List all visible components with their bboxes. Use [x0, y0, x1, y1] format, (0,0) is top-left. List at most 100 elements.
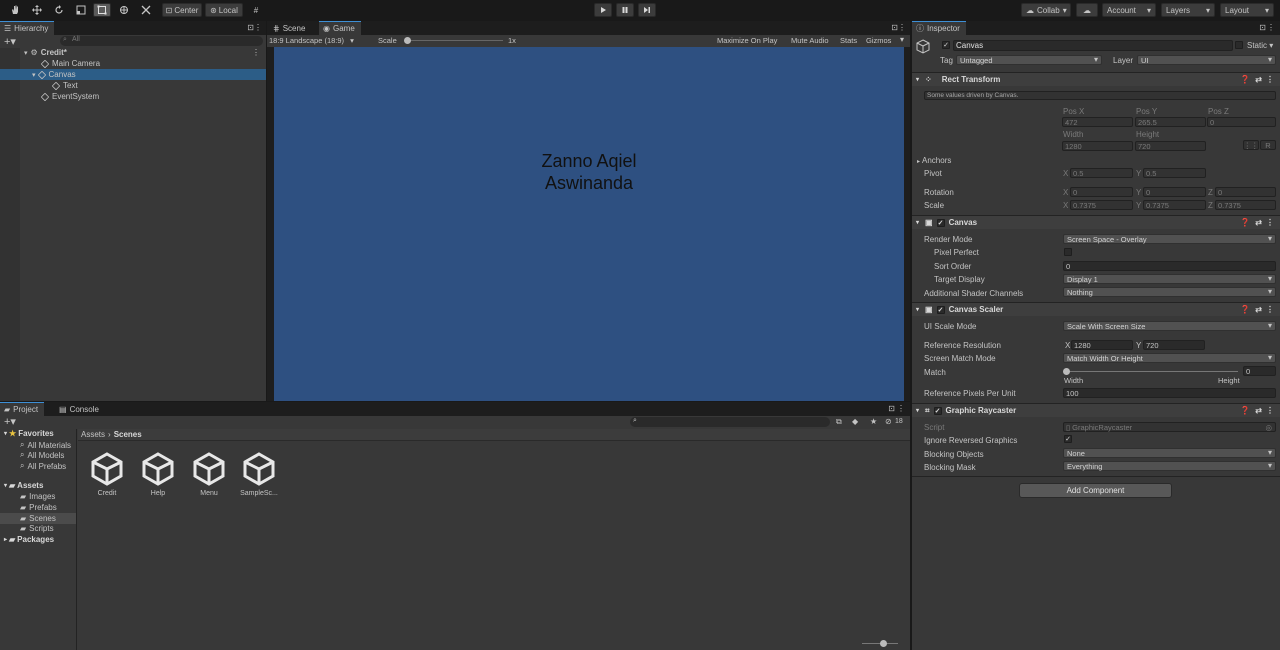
breadcrumb-assets[interactable]: Assets: [81, 430, 105, 439]
layers-dropdown[interactable]: Layers ▾: [1161, 3, 1215, 17]
tab-project[interactable]: ▰ Project: [0, 402, 45, 416]
rotation-z-field[interactable]: 0: [1215, 187, 1276, 197]
scale-y-field[interactable]: 0.7375: [1143, 200, 1206, 210]
anchors-foldout[interactable]: ▸ Anchors: [917, 156, 951, 165]
tree-packages[interactable]: ▸ ▰ Packages: [4, 535, 54, 544]
scale-slider-track[interactable]: [407, 40, 503, 41]
transform-tool-icon[interactable]: [115, 3, 133, 17]
pause-button[interactable]: [616, 3, 634, 17]
match-value-field[interactable]: 0: [1243, 366, 1276, 376]
target-display-dropdown[interactable]: Display 1: [1063, 274, 1276, 284]
tab-inspector[interactable]: ⓘ Inspector: [912, 21, 966, 35]
filter-label-icon[interactable]: ◆: [852, 417, 858, 426]
height-field[interactable]: 720: [1135, 141, 1206, 151]
screen-match-mode-dropdown[interactable]: Match Width Or Height: [1063, 353, 1276, 363]
scale-slider-handle[interactable]: [404, 37, 411, 44]
step-button[interactable]: [638, 3, 656, 17]
canvas-scaler-header[interactable]: ▾ ▣ ✓ Canvas Scaler ❓ ⇄ ⋮: [912, 302, 1280, 316]
move-tool-icon[interactable]: [28, 3, 46, 17]
pos-x-field[interactable]: 472: [1062, 117, 1133, 127]
cloud-button[interactable]: ☁: [1076, 3, 1098, 17]
layer-dropdown[interactable]: UI: [1137, 55, 1276, 65]
reference-resolution-x-field[interactable]: 1280: [1071, 340, 1133, 350]
blocking-objects-dropdown[interactable]: None: [1063, 448, 1276, 458]
rect-tool-icon[interactable]: [93, 3, 111, 17]
space-local-button[interactable]: ⊛ Local: [205, 3, 243, 17]
pivot-y-field[interactable]: 0.5: [1143, 168, 1206, 178]
more-menu-icon[interactable]: ⋮: [1266, 406, 1274, 415]
account-dropdown[interactable]: Account ▾: [1102, 3, 1156, 17]
sort-order-field[interactable]: 0: [1063, 261, 1276, 271]
hidden-eye-icon[interactable]: ⊘: [885, 417, 892, 426]
tree-favorites[interactable]: ▾ ★ Favorites: [4, 429, 54, 438]
asset-credit[interactable]: Credit: [82, 452, 132, 497]
rotation-y-field[interactable]: 0: [1143, 187, 1206, 197]
scale-tool-icon[interactable]: [72, 3, 90, 17]
more-menu-icon[interactable]: ⋮: [897, 404, 905, 413]
tab-game[interactable]: ◉ Game: [319, 21, 361, 35]
blocking-mask-dropdown[interactable]: Everything: [1063, 461, 1276, 471]
preset-icon[interactable]: ⇄: [1255, 218, 1262, 227]
more-menu-icon[interactable]: ⋮: [1266, 75, 1274, 84]
tree-scripts[interactable]: ▰ Scripts: [20, 524, 54, 533]
pos-z-field[interactable]: 0: [1207, 117, 1276, 127]
tree-assets[interactable]: ▾ ▰ Assets: [4, 481, 43, 490]
tab-hierarchy[interactable]: ☰ Hierarchy: [0, 21, 55, 35]
reference-ppu-field[interactable]: 100: [1063, 388, 1276, 398]
hierarchy-item-credit[interactable]: ▾ ⚙ Credit* ⋮: [0, 47, 266, 58]
hierarchy-item-text[interactable]: Text: [0, 80, 266, 91]
hierarchy-item-main-camera[interactable]: Main Camera: [0, 58, 266, 69]
pivot-x-field[interactable]: 0.5: [1070, 168, 1133, 178]
tree-images[interactable]: ▰ Images: [20, 492, 55, 501]
canvas-component-header[interactable]: ▾ ▣ ✓ Canvas ❓ ⇄ ⋮: [912, 215, 1280, 229]
game-view-canvas[interactable]: Zanno Aqiel Aswinanda: [274, 47, 904, 401]
match-slider-handle[interactable]: [1063, 368, 1070, 375]
scale-z-field[interactable]: 0.7375: [1215, 200, 1276, 210]
pixel-perfect-checkbox[interactable]: [1064, 248, 1072, 256]
object-name-input[interactable]: Canvas: [953, 40, 1233, 51]
scale-x-field[interactable]: 0.7375: [1070, 200, 1133, 210]
asset-help[interactable]: Help: [133, 452, 183, 497]
help-icon[interactable]: ❓: [1240, 406, 1250, 415]
tree-prefabs[interactable]: ▰ Prefabs: [20, 503, 57, 512]
static-checkbox[interactable]: [1235, 41, 1243, 49]
hierarchy-item-canvas[interactable]: ▾ Canvas: [0, 69, 266, 80]
preset-icon[interactable]: ⇄: [1255, 305, 1262, 314]
raw-edit-button[interactable]: R: [1260, 140, 1276, 150]
tree-all-prefabs[interactable]: ⌕ All Prefabs: [20, 461, 66, 471]
lock-icon[interactable]: ⊡: [891, 23, 898, 32]
pivot-center-button[interactable]: ⊡ Center: [162, 3, 202, 17]
more-menu-icon[interactable]: ⋮: [1266, 305, 1274, 314]
tree-all-materials[interactable]: ⌕ All Materials: [20, 440, 71, 450]
render-mode-dropdown[interactable]: Screen Space - Overlay: [1063, 234, 1276, 244]
component-enabled-checkbox[interactable]: ✓: [933, 406, 942, 415]
shader-channels-dropdown[interactable]: Nothing: [1063, 287, 1276, 297]
asset-menu[interactable]: Menu: [184, 452, 234, 497]
add-button[interactable]: +▾: [4, 415, 16, 428]
add-component-button[interactable]: Add Component: [1019, 483, 1172, 498]
ignore-reversed-checkbox[interactable]: ✓: [1064, 435, 1072, 443]
preset-icon[interactable]: ⇄: [1255, 75, 1262, 84]
custom-tool-icon[interactable]: [137, 3, 155, 17]
tag-dropdown[interactable]: Untagged: [956, 55, 1102, 65]
help-icon[interactable]: ❓: [1240, 75, 1250, 84]
hierarchy-search-input[interactable]: ⌕ All: [60, 36, 263, 46]
rect-transform-header[interactable]: ▾ ⁘ Rect Transform ❓ ⇄ ⋮: [912, 72, 1280, 86]
blueprint-mode-button[interactable]: ⋮⋮: [1243, 140, 1259, 150]
layout-dropdown[interactable]: Layout ▾: [1220, 3, 1274, 17]
more-menu-icon[interactable]: ⋮: [254, 23, 262, 32]
static-dropdown[interactable]: Static ▾: [1247, 41, 1273, 50]
lock-icon[interactable]: ⊡: [1259, 23, 1266, 32]
width-field[interactable]: 1280: [1062, 141, 1133, 151]
hand-tool-icon[interactable]: [6, 3, 24, 17]
chevron-down-icon[interactable]: ▾: [900, 35, 904, 44]
tree-all-models[interactable]: ⌕ All Models: [20, 450, 64, 460]
graphic-raycaster-header[interactable]: ▾ ⌗ ✓ Graphic Raycaster ❓ ⇄ ⋮: [912, 403, 1280, 417]
lock-icon[interactable]: ⊡: [888, 404, 895, 413]
tab-scene[interactable]: ⋕ Scene: [269, 21, 311, 35]
lock-icon[interactable]: ⊡: [247, 23, 254, 32]
component-enabled-checkbox[interactable]: ✓: [936, 305, 945, 314]
mute-audio-toggle[interactable]: Mute Audio: [791, 36, 829, 45]
icon-size-slider-handle[interactable]: [880, 640, 887, 647]
project-search-input[interactable]: ⌕: [630, 417, 830, 427]
